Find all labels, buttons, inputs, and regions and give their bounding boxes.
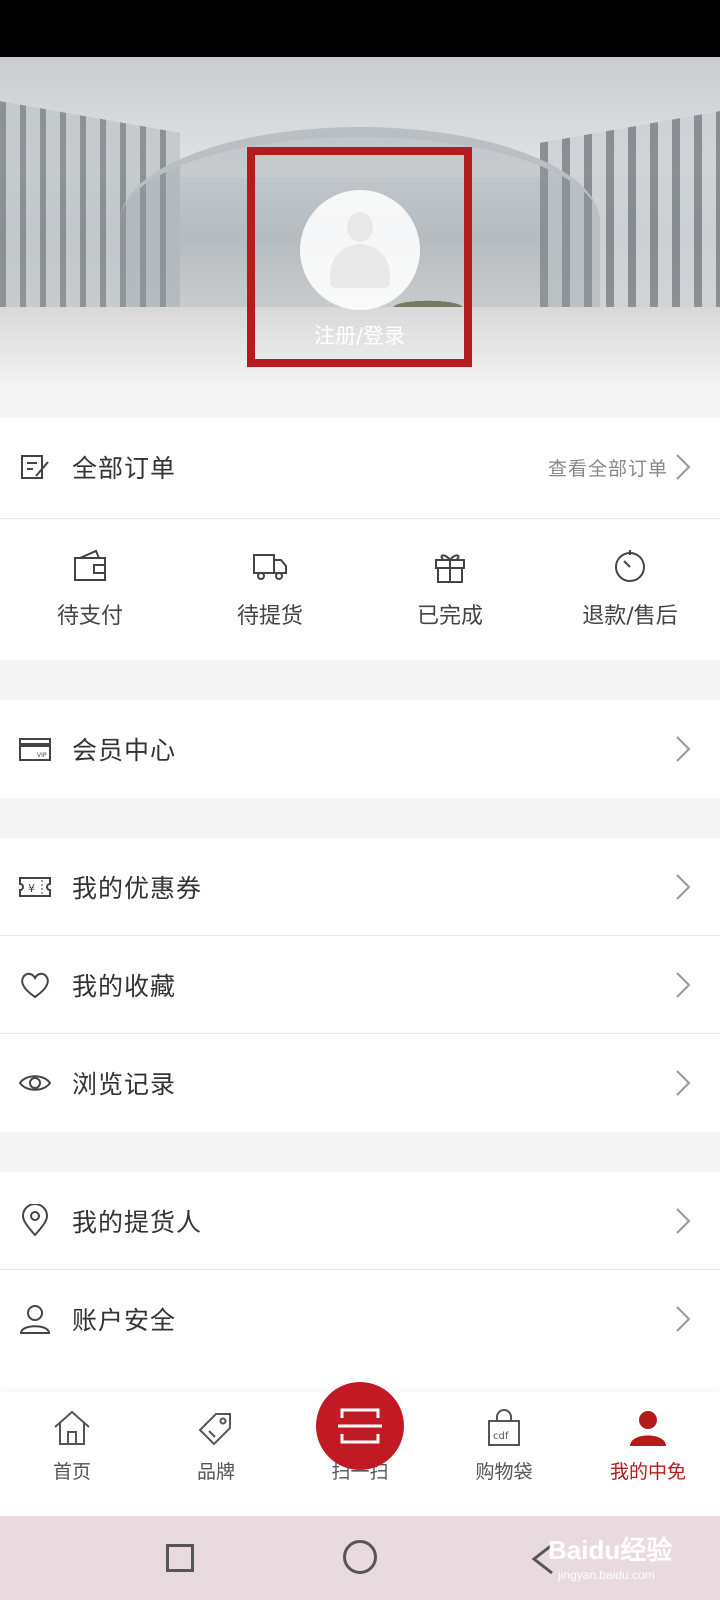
tag-icon: [198, 1413, 231, 1446]
divider: [0, 518, 720, 519]
tab-label: 购物袋: [475, 1461, 533, 1483]
user-icon: [630, 1411, 666, 1446]
all-orders-title: 全部订单: [72, 454, 177, 483]
tab-home[interactable]: 首页: [0, 1392, 144, 1516]
chevron-right-icon: [676, 454, 691, 480]
person-icon: [19, 1305, 51, 1334]
shopping-bag-icon: cdf: [488, 1409, 520, 1446]
all-orders-row[interactable]: 全部订单 查看全部订单: [0, 418, 720, 516]
tab-brands[interactable]: 品牌: [144, 1392, 288, 1516]
coupon-icon: ¥: [19, 877, 51, 897]
home-icon: [54, 1410, 90, 1445]
system-nav-bar: Baidu经验 jingyan.baidu.com: [0, 1516, 720, 1600]
activity-card: ¥ 我的优惠券 我的收藏 浏览记录: [0, 838, 720, 1132]
tab-my-cdf[interactable]: 我的中免: [576, 1392, 720, 1516]
highlight-box: [247, 147, 472, 367]
tab-label: 我的中免: [609, 1461, 686, 1483]
member-center-row[interactable]: VIP 会员中心: [0, 700, 720, 798]
view-all-orders-link[interactable]: 查看全部订单: [548, 454, 668, 481]
tab-label: 品牌: [196, 1461, 235, 1483]
gift-icon: [435, 554, 465, 583]
chevron-right-icon: [676, 874, 691, 900]
menu-label: 我的优惠券: [72, 874, 203, 903]
truck-icon: [253, 554, 287, 580]
pickup-person-row[interactable]: 我的提货人: [0, 1172, 720, 1270]
tab-label: 首页: [52, 1461, 91, 1483]
chevron-right-icon: [676, 1306, 691, 1332]
svg-text:¥: ¥: [28, 882, 35, 895]
orders-card: 全部订单 查看全部订单 待支付 待提货 已完成 退款/售后: [0, 418, 720, 660]
order-list-icon: [21, 455, 49, 479]
status-label: 退款/售后: [582, 604, 678, 629]
status-completed[interactable]: 已完成: [360, 520, 540, 660]
status-label: 待提货: [236, 604, 303, 629]
status-pending-payment[interactable]: 待支付: [0, 520, 180, 660]
coupons-row[interactable]: ¥ 我的优惠券: [0, 838, 720, 936]
wallet-icon: [74, 549, 106, 581]
scan-button[interactable]: [316, 1382, 404, 1470]
home-button[interactable]: [343, 1540, 377, 1574]
watermark-brand: Baidu经验: [548, 1535, 673, 1565]
menu-label: 我的收藏: [72, 972, 177, 1001]
chevron-right-icon: [676, 1208, 691, 1234]
tab-shopping-bag[interactable]: cdf 购物袋: [432, 1392, 576, 1516]
vip-card-icon: VIP: [19, 738, 51, 761]
scan-icon: [338, 1408, 382, 1444]
menu-label: 会员中心: [72, 736, 177, 765]
baidu-watermark: Baidu经验 jingyan.baidu.com: [548, 1530, 708, 1590]
history-row[interactable]: 浏览记录: [0, 1034, 720, 1132]
status-label: 待支付: [56, 604, 123, 629]
svg-text:cdf: cdf: [493, 1431, 509, 1442]
status-pending-pickup[interactable]: 待提货: [180, 520, 360, 660]
svg-text:VIP: VIP: [37, 752, 47, 759]
chevron-right-icon: [676, 972, 691, 998]
member-card: VIP 会员中心: [0, 700, 720, 798]
status-label: 已完成: [416, 604, 483, 629]
menu-label: 我的提货人: [72, 1208, 203, 1237]
eye-icon: [18, 1075, 52, 1091]
timer-icon: [615, 550, 645, 582]
heart-icon: [21, 972, 49, 999]
favorites-row[interactable]: 我的收藏: [0, 936, 720, 1034]
menu-label: 账户安全: [72, 1306, 177, 1335]
chevron-right-icon: [676, 736, 691, 762]
status-refund-aftersale[interactable]: 退款/售后: [540, 520, 720, 660]
order-status-row: 待支付 待提货 已完成 退款/售后: [0, 520, 720, 660]
watermark-url: jingyan.baidu.com: [558, 1568, 655, 1582]
location-pin-icon: [21, 1204, 49, 1237]
chevron-right-icon: [676, 1070, 691, 1096]
status-bar: [0, 0, 720, 57]
menu-label: 浏览记录: [72, 1070, 177, 1099]
recent-apps-button[interactable]: [166, 1544, 194, 1572]
